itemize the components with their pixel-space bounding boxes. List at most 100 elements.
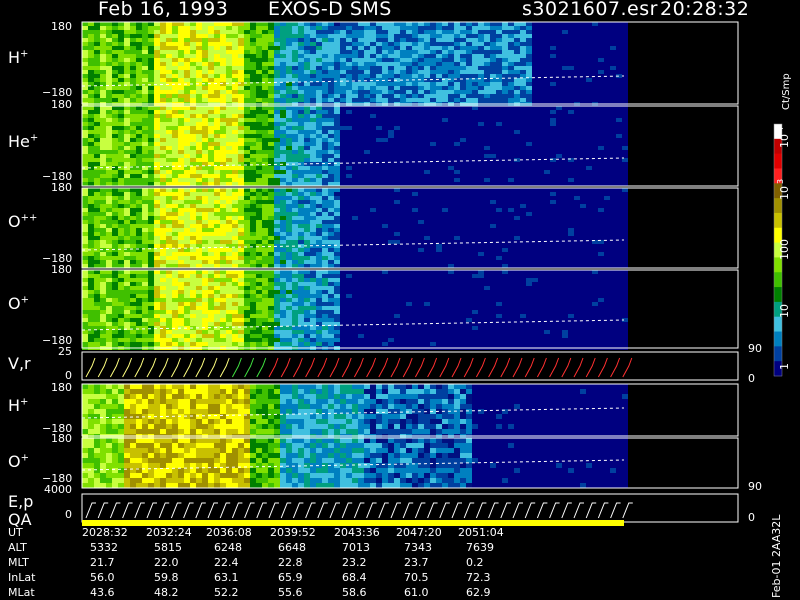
panel-h-plus-cell	[394, 26, 400, 30]
panel-he-plus-cell	[232, 110, 238, 114]
panel-he-plus-cell	[286, 178, 292, 182]
panel-o-plusplus-cell	[130, 224, 136, 228]
panel-he-plus-cell	[502, 110, 508, 114]
panel-he-plus-cell	[154, 178, 160, 182]
panel-he-plus-cell	[112, 142, 118, 146]
panel-h-plus-cell	[418, 58, 424, 62]
panel-he-plus-cell	[490, 150, 496, 154]
panel-o-plusplus-cell	[250, 244, 256, 248]
panel-o-plusplus-cell	[340, 220, 346, 224]
panel-he-plus-cell	[190, 174, 196, 178]
panel-o-plusplus-cell	[244, 196, 250, 200]
panel-o-plusplus-cell	[250, 204, 256, 208]
panel-h-plus-cell	[262, 94, 268, 98]
panel-h-plus-cell	[538, 30, 544, 34]
panel-he-plus-cell	[298, 178, 304, 182]
panel-o-plusplus-cell	[412, 212, 418, 216]
panel-he-plus-cell	[226, 138, 232, 142]
panel-he-plus-cell	[130, 162, 136, 166]
panel-h-plus-cell	[328, 30, 334, 34]
panel-o-plusplus-cell	[304, 252, 310, 256]
panel-o-plusplus-cell	[280, 232, 286, 236]
panel-h-plus-cell	[484, 26, 490, 30]
panel-h-plus-cell	[472, 70, 478, 74]
panel-h-plus-cell	[394, 94, 400, 98]
panel-h-plus-cell	[340, 22, 346, 26]
panel-h-plus-cell	[256, 58, 262, 62]
panel-h-plus-cell	[616, 78, 622, 82]
spectrogram-plot	[81, 21, 783, 526]
panel-he-plus-cell	[334, 110, 340, 114]
panel-h-plus-cell	[496, 58, 502, 62]
panel-o-plusplus-cell	[202, 248, 208, 252]
panel-he-plus-cell	[172, 138, 178, 142]
panel-h-plus-cell	[244, 74, 250, 78]
panel-h-plus-cell	[208, 78, 214, 82]
panel-o-plusplus-cell	[94, 260, 100, 264]
panel-h-plus-cell	[478, 94, 484, 98]
panel-o-plusplus-cell	[406, 236, 412, 240]
panel-h-plus-cell	[202, 98, 208, 102]
panel-h-plus-cell	[280, 90, 286, 94]
panel-h-plus-cell	[412, 94, 418, 98]
panel-h-plus-cell	[508, 70, 514, 74]
panel-he-plus-cell	[508, 154, 514, 158]
panel-h-plus-cell	[442, 94, 448, 98]
panel-o-plusplus-cell	[358, 256, 364, 260]
panel-o-plusplus-cell	[280, 212, 286, 216]
panel-h-plus-cell	[490, 46, 496, 50]
panel-h-plus-cell	[238, 62, 244, 66]
panel-o-plusplus-cell	[190, 224, 196, 228]
panel-h-plus-cell	[172, 98, 178, 102]
panel-he-plus-cell	[148, 126, 154, 130]
panel-h-plus-cell	[220, 78, 226, 82]
panel-o-plusplus-cell	[100, 224, 106, 228]
panel-h-plus-cell	[280, 70, 286, 74]
panel-he-plus-cell	[334, 122, 340, 126]
panel-h-plus-cell	[208, 58, 214, 62]
panel-he-plus-cell	[556, 142, 562, 146]
panel-o-plusplus-cell	[364, 192, 370, 196]
panel-o-plusplus-cell	[424, 204, 430, 208]
panel-he-plus-cell	[238, 170, 244, 174]
panel-he-plus-cell	[346, 166, 352, 170]
panel-h-plus-cell	[466, 66, 472, 70]
panel-h-plus-cell	[466, 58, 472, 62]
panel-h-plus-cell	[202, 30, 208, 34]
panel-he-plus-cell	[586, 146, 592, 150]
panel-he-plus-cell	[376, 174, 382, 178]
panel-h-plus-cell	[226, 62, 232, 66]
panel-h-plus-cell	[508, 58, 514, 62]
panel-he-plus-cell	[376, 114, 382, 118]
panel-h-plus-cell	[136, 46, 142, 50]
panel-o-plusplus-cell	[286, 216, 292, 220]
panel-h-plus-cell	[550, 98, 556, 102]
panel-he-plus-cell	[202, 170, 208, 174]
panel-he-plus-cell	[268, 122, 274, 126]
panel-he-plus-cell	[100, 154, 106, 158]
panel-o-plusplus-cell	[274, 232, 280, 236]
panel-o-plusplus-cell	[112, 256, 118, 260]
panel-he-plus-cell	[412, 134, 418, 138]
panel-h-plus-cell	[190, 62, 196, 66]
panel-o-plusplus-cell	[178, 224, 184, 228]
panel-h-plus-cell	[292, 34, 298, 38]
panel-he-plus-cell	[490, 122, 496, 126]
panel-he-plus-cell	[112, 138, 118, 142]
panel-he-plus-cell	[160, 114, 166, 118]
panel-he-plus-cell	[142, 154, 148, 158]
panel-h-plus-cell	[460, 50, 466, 54]
panel-o-plusplus-cell	[328, 224, 334, 228]
panel-h-plus-cell	[298, 78, 304, 82]
panel-he-plus-cell	[136, 178, 142, 182]
panel-he-plus-cell	[574, 130, 580, 134]
panel-h-plus-cell	[448, 38, 454, 42]
panel-h-plus-cell	[190, 58, 196, 62]
panel-h-plus-cell	[562, 78, 568, 82]
panel-o-plusplus-cell	[298, 264, 304, 268]
panel-h-plus-cell	[298, 82, 304, 86]
panel-o-plusplus-cell	[298, 228, 304, 232]
panel-o-plusplus-cell	[184, 188, 190, 192]
panel-he-plus-cell	[172, 130, 178, 134]
panel-he-plus-cell	[304, 150, 310, 154]
